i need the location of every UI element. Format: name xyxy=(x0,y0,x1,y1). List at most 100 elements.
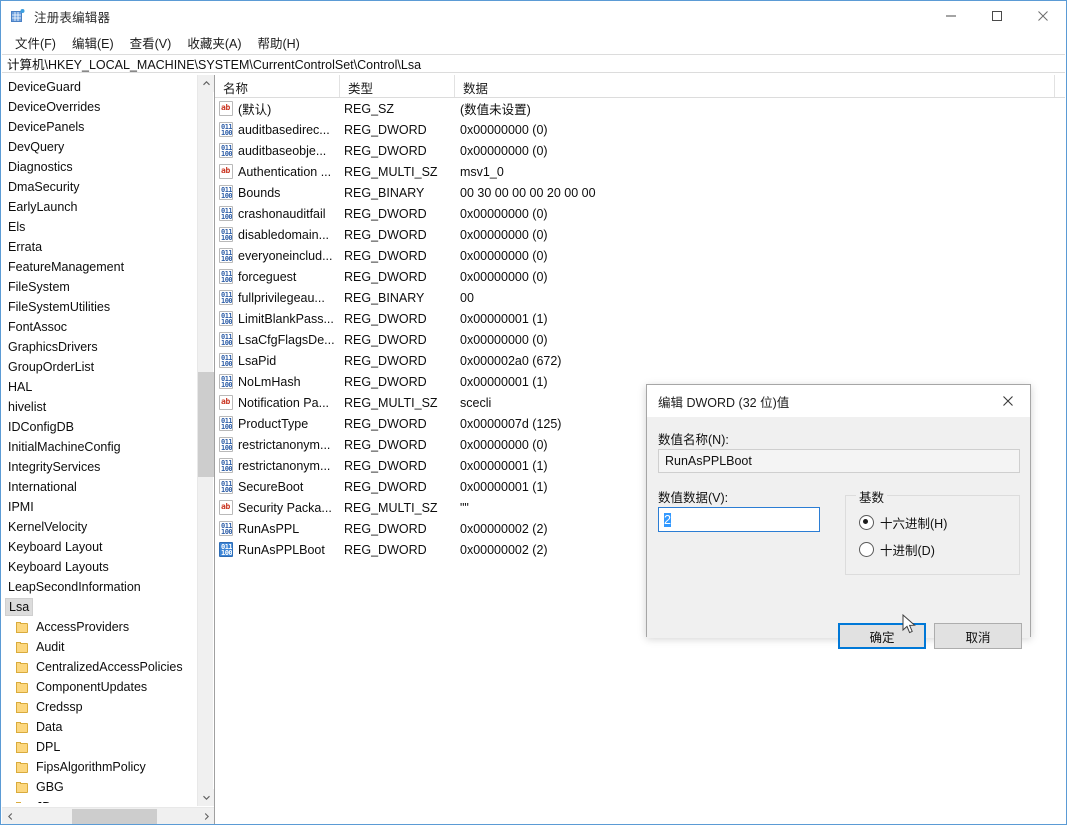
value-row[interactable]: ab (默认) REG_SZ (数值未设置) xyxy=(215,98,1065,119)
tree-item[interactable]: Credssp xyxy=(2,697,198,717)
tree-item[interactable]: International xyxy=(2,477,198,497)
value-row[interactable]: 011 100 crashonauditfail REG_DWORD 0x0000000… xyxy=(215,203,1065,224)
value-row[interactable]: 011 100 LimitBlankPass... REG_DWORD 0x000000… xyxy=(215,308,1065,329)
tree-hscroll-thumb[interactable] xyxy=(72,809,157,824)
dialog-close-icon[interactable] xyxy=(985,385,1030,416)
value-name-cell: 011 100 restrictanonym... xyxy=(215,437,340,452)
tree-item[interactable]: IntegrityServices xyxy=(2,457,198,477)
tree-item[interactable]: HAL xyxy=(2,377,198,397)
value-name-cell: 011 100 auditbasedirec... xyxy=(215,122,340,137)
scroll-down-icon[interactable] xyxy=(198,789,214,806)
tree-item[interactable]: IDConfigDB xyxy=(2,417,198,437)
column-header-name[interactable]: 名称 xyxy=(215,75,340,97)
tree-item[interactable]: Els xyxy=(2,217,198,237)
tree-item-label: FileSystem xyxy=(8,280,70,294)
value-name-text: NoLmHash xyxy=(238,374,301,389)
registry-tree[interactable]: DeviceGuard DeviceOverrides DevicePanels De… xyxy=(2,77,198,803)
value-row[interactable]: 011 100 everyoneinclud... REG_DWORD 0x000000… xyxy=(215,245,1065,266)
tree-item[interactable]: FontAssoc xyxy=(2,317,198,337)
tree-item[interactable]: GBG xyxy=(2,777,198,797)
tree-item-label: DmaSecurity xyxy=(8,180,80,194)
tree-item[interactable]: IPMI xyxy=(2,497,198,517)
tree-item[interactable]: GraphicsDrivers xyxy=(2,337,198,357)
tree-item[interactable]: Lsa xyxy=(2,597,198,617)
tree-item[interactable]: FeatureManagement xyxy=(2,257,198,277)
tree-item[interactable]: FipsAlgorithmPolicy xyxy=(2,757,198,777)
tree-item[interactable]: hivelist xyxy=(2,397,198,417)
tree-item[interactable]: GroupOrderList xyxy=(2,357,198,377)
tree-item[interactable]: DmaSecurity xyxy=(2,177,198,197)
tree-item[interactable]: DeviceOverrides xyxy=(2,97,198,117)
value-name-text: fullprivilegeau... xyxy=(238,290,325,305)
tree-item[interactable]: Diagnostics xyxy=(2,157,198,177)
binary-value-icon: 011 100 xyxy=(219,542,233,557)
scroll-up-icon[interactable] xyxy=(198,75,214,92)
scroll-right-icon[interactable] xyxy=(198,808,214,824)
value-name-text: restrictanonym... xyxy=(238,437,331,452)
binary-value-icon: 011 100 xyxy=(219,458,233,473)
value-name-input[interactable] xyxy=(658,449,1020,473)
tree-item[interactable]: EarlyLaunch xyxy=(2,197,198,217)
scroll-left-icon[interactable] xyxy=(2,808,19,824)
value-name-cell: 011 100 LsaPid xyxy=(215,353,340,368)
value-row[interactable]: 011 100 forceguest REG_DWORD 0x00000000 (0) xyxy=(215,266,1065,287)
address-bar[interactable]: 计算机\HKEY_LOCAL_MACHINE\SYSTEM\CurrentCon… xyxy=(2,54,1065,73)
tree-item[interactable]: LeapSecondInformation xyxy=(2,577,198,597)
value-name-cell: ab Notification Pa... xyxy=(215,395,340,410)
menu-item-view[interactable]: 查看(V) xyxy=(122,31,180,54)
value-name-text: RunAsPPL xyxy=(238,521,300,536)
tree-item-label: FipsAlgorithmPolicy xyxy=(36,760,146,774)
menu-item-help[interactable]: 帮助(H) xyxy=(249,31,307,54)
minimize-button[interactable] xyxy=(928,1,974,31)
menu-item-edit[interactable]: 编辑(E) xyxy=(64,31,122,54)
binary-value-icon: 011 100 xyxy=(219,521,233,536)
tree-item[interactable]: InitialMachineConfig xyxy=(2,437,198,457)
value-row[interactable]: 011 100 Bounds REG_BINARY 00 30 00 00 00 20 … xyxy=(215,182,1065,203)
close-icon[interactable] xyxy=(1020,1,1066,31)
tree-item[interactable]: Audit xyxy=(2,637,198,657)
ok-button[interactable]: 确定 xyxy=(838,623,926,649)
radio-decimal[interactable]: 十进制(D) xyxy=(859,540,935,559)
tree-item[interactable]: Keyboard Layout xyxy=(2,537,198,557)
tree-horizontal-scrollbar[interactable] xyxy=(2,807,214,824)
value-data-input[interactable] xyxy=(658,507,820,532)
value-row[interactable]: 011 100 fullprivilegeau... REG_BINARY 00 xyxy=(215,287,1065,308)
tree-item[interactable]: Keyboard Layouts xyxy=(2,557,198,577)
tree-item[interactable]: Data xyxy=(2,717,198,737)
tree-item[interactable]: FileSystemUtilities xyxy=(2,297,198,317)
tree-item[interactable]: ComponentUpdates xyxy=(2,677,198,697)
tree-item-label: EarlyLaunch xyxy=(8,200,78,214)
column-header-data[interactable]: 数据 xyxy=(455,75,1055,97)
cancel-button[interactable]: 取消 xyxy=(934,623,1022,649)
value-row[interactable]: 011 100 disabledomain... REG_DWORD 0x0000000… xyxy=(215,224,1065,245)
value-row[interactable]: 011 100 LsaPid REG_DWORD 0x000002a0 (672) xyxy=(215,350,1065,371)
value-row[interactable]: 011 100 auditbasedirec... REG_DWORD 0x000000… xyxy=(215,119,1065,140)
tree-item[interactable]: DeviceGuard xyxy=(2,77,198,97)
tree-item[interactable]: KernelVelocity xyxy=(2,517,198,537)
tree-item[interactable]: DevQuery xyxy=(2,137,198,157)
radio-hexadecimal[interactable]: 十六进制(H) xyxy=(859,513,947,532)
tree-item[interactable]: DevicePanels xyxy=(2,117,198,137)
tree-item[interactable]: CentralizedAccessPolicies xyxy=(2,657,198,677)
value-name-cell: 011 100 fullprivilegeau... xyxy=(215,290,340,305)
tree-item[interactable]: AccessProviders xyxy=(2,617,198,637)
tree-item[interactable]: JD xyxy=(2,797,198,803)
tree-item-label: ComponentUpdates xyxy=(36,680,148,694)
tree-item[interactable]: Errata xyxy=(2,237,198,257)
registry-editor-icon xyxy=(10,8,26,24)
tree-item[interactable]: DPL xyxy=(2,737,198,757)
tree-item[interactable]: FileSystem xyxy=(2,277,198,297)
menu-item-favorites[interactable]: 收藏夹(A) xyxy=(179,31,249,54)
tree-item-label: Data xyxy=(36,720,63,734)
value-row[interactable]: ab Authentication ... REG_MULTI_SZ msv1_0 xyxy=(215,161,1065,182)
tree-vertical-scrollbar[interactable] xyxy=(197,75,214,806)
maximize-button[interactable] xyxy=(974,1,1020,31)
column-header-type[interactable]: 类型 xyxy=(340,75,455,97)
menu-item-file[interactable]: 文件(F) xyxy=(7,31,64,54)
folder-icon xyxy=(16,761,29,773)
value-row[interactable]: 011 100 auditbaseobje... REG_DWORD 0x0000000… xyxy=(215,140,1065,161)
value-data-cell: 00 30 00 00 00 20 00 00 xyxy=(460,185,596,200)
tree-scroll-thumb[interactable] xyxy=(198,372,214,477)
value-row[interactable]: 011 100 LsaCfgFlagsDe... REG_DWORD 0x0000000… xyxy=(215,329,1065,350)
tree-item-label: FeatureManagement xyxy=(8,260,125,274)
